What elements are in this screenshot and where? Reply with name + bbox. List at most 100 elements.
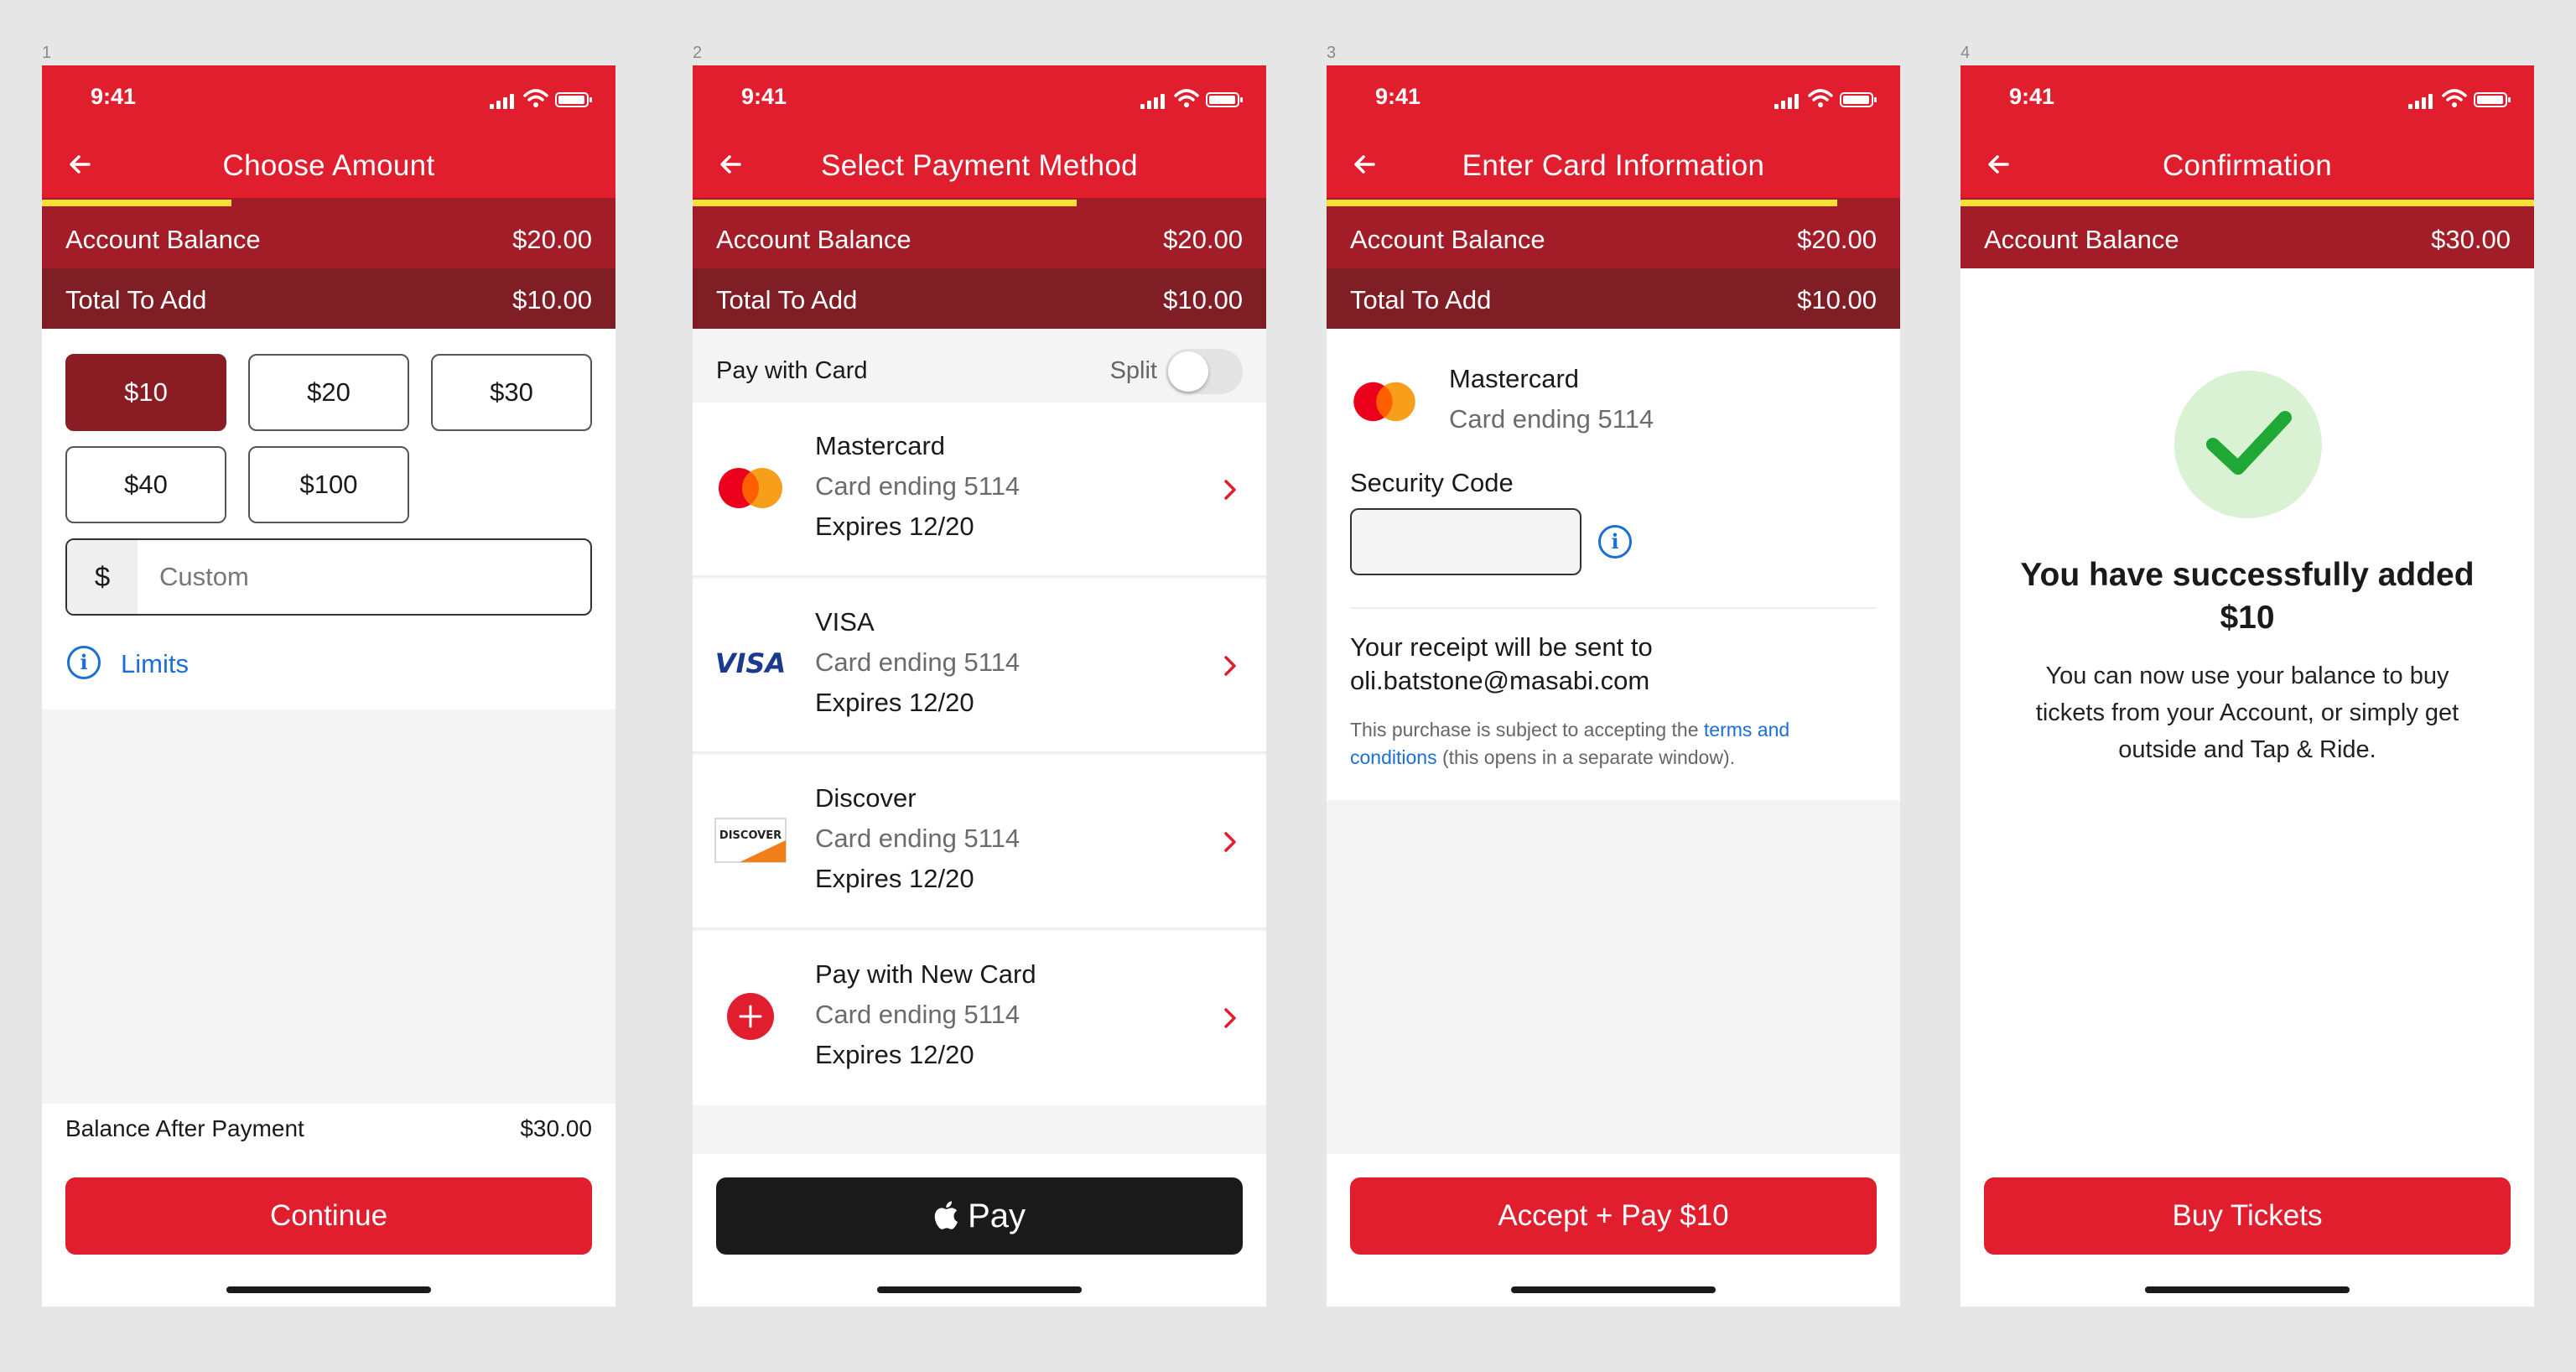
wifi-icon [523,89,548,107]
payment-option-new-card[interactable]: Pay with New Card Card ending 5114 Expir… [693,931,1266,1105]
accept-pay-button[interactable]: Accept + Pay $10 [1350,1177,1877,1255]
total-to-add-value: $10.00 [1163,285,1243,314]
progress-bar [1327,198,1900,208]
pay-with-card-row: Pay with Card Split [693,337,1266,403]
card-expiry: Expires 12/20 [815,1040,974,1069]
custom-amount-placeholder[interactable]: Custom [159,562,249,592]
account-balance-label: Account Balance [1350,225,1545,254]
status-bar: 9:41 [42,65,615,133]
card-name: VISA [815,607,875,637]
home-indicator [226,1286,431,1293]
total-to-add-label: Total To Add [716,285,858,314]
card-expiry: Expires 12/20 [815,864,974,893]
card-expiry: Expires 12/20 [815,688,974,717]
amount-button-30[interactable]: $30 [431,354,592,431]
battery-icon [1206,92,1243,107]
apple-logo-icon [934,1201,958,1229]
progress-bar [693,198,1266,208]
continue-button[interactable]: Continue [65,1177,592,1255]
account-balance-row: Account Balance $20.00 [42,208,615,268]
progress-fill [693,200,1078,206]
signal-icon [2408,104,2412,109]
pay-with-card-label: Pay with Card [716,357,868,384]
visa-logo: VISA [715,647,786,679]
chevron-right-icon [1224,656,1236,676]
payment-option-mastercard[interactable]: Mastercard Card ending 5114 Expires 12/2… [693,403,1266,577]
limits-label[interactable]: Limits [121,649,189,679]
total-to-add-row: Total To Add $10.00 [693,268,1266,329]
page-title: Choose Amount [222,149,435,182]
status-icons [490,89,592,109]
apple-pay-button[interactable]: Pay [716,1177,1243,1255]
mastercard-logo [1353,382,1415,422]
account-balance-value: $30.00 [2431,225,2511,254]
frame-number: 3 [1327,44,1337,62]
amount-button-10[interactable]: $10 [65,354,226,431]
signal-icon [1774,104,1779,109]
amount-button-100[interactable]: $100 [248,446,409,523]
nav-bar: Choose Amount [42,133,615,198]
chevron-right-icon [1224,1008,1236,1028]
status-bar: 9:41 [1327,65,1900,133]
status-icons [1140,89,1243,109]
status-time: 9:41 [91,84,137,109]
receipt-email: oli.batstone@masabi.com [1350,666,1650,695]
signal-icon [490,104,494,109]
signal-icon [1140,104,1145,109]
currency-prefix: $ [67,540,138,614]
status-bar: 9:41 [1961,65,2534,133]
status-time: 9:41 [1375,84,1421,109]
card-name: Pay with New Card [815,959,1036,989]
discover-logo: DISCOVER [714,818,787,863]
chevron-right-icon [1224,480,1236,500]
payment-option-discover[interactable]: DISCOVER Discover Card ending 5114 Expir… [693,755,1266,929]
balance-after-row: Balance After Payment $30.00 [42,1104,615,1154]
screen-select-payment: 9:41 Select Payment Method Account Balan… [693,65,1266,1307]
account-balance-row: Account Balance $20.00 [1327,208,1900,268]
screen-confirmation: 9:41 Confirmation Account Balance $30.00… [1961,65,2534,1307]
terms-notice: This purchase is subject to accepting th… [1350,716,1870,772]
account-balance-row: Account Balance $20.00 [693,208,1266,268]
total-to-add-row: Total To Add $10.00 [1327,268,1900,329]
checkmark-icon [2206,411,2292,475]
account-balance-label: Account Balance [1984,225,2179,254]
frame-number: 4 [1961,44,1971,62]
apple-pay-label: Pay [968,1198,1026,1234]
account-balance-row: Account Balance $30.00 [1961,208,2534,268]
battery-icon [1840,92,1877,107]
card-number: Card ending 5114 [815,1000,1021,1029]
card-name: Discover [815,783,917,813]
status-icons [1774,89,1877,109]
divider [1350,607,1877,609]
amount-button-40[interactable]: $40 [65,446,226,523]
info-icon[interactable]: i [1598,525,1632,559]
frame-number: 2 [693,44,703,62]
status-icons [2408,89,2511,109]
limits-link[interactable]: i Limits [67,646,189,683]
card-number: Card ending 5114 [815,824,1021,853]
split-toggle[interactable] [1166,349,1243,394]
security-code-input[interactable] [1350,508,1581,575]
discover-logo-text: DISCOVER [719,829,782,842]
total-to-add-value: $10.00 [512,285,592,314]
visa-logo-text: VISA [715,647,786,679]
account-balance-value: $20.00 [512,225,592,254]
total-to-add-value: $10.00 [1797,285,1877,314]
account-balance-value: $20.00 [1797,225,1877,254]
security-code-label: Security Code [1350,468,1514,497]
terms-suffix: (this opens in a separate window). [1436,746,1735,768]
receipt-line: Your receipt will be sent to [1350,632,1653,662]
success-title: You have successfully added $10 [2020,557,2475,636]
custom-amount-input[interactable]: $ Custom [65,538,592,616]
receipt-notice: Your receipt will be sent to oli.batston… [1350,631,1870,698]
account-balance-value: $20.00 [1163,225,1243,254]
mastercard-logo [719,468,782,508]
account-balance-label: Account Balance [716,225,911,254]
balance-after-value: $30.00 [520,1115,592,1141]
split-label: Split [1109,357,1157,384]
payment-option-visa[interactable]: VISA VISA Card ending 5114 Expires 12/20 [693,579,1266,753]
amount-button-20[interactable]: $20 [248,354,409,431]
nav-bar: Enter Card Information [1327,133,1900,198]
buy-tickets-button[interactable]: Buy Tickets [1984,1177,2511,1255]
page-title: Select Payment Method [821,149,1138,182]
